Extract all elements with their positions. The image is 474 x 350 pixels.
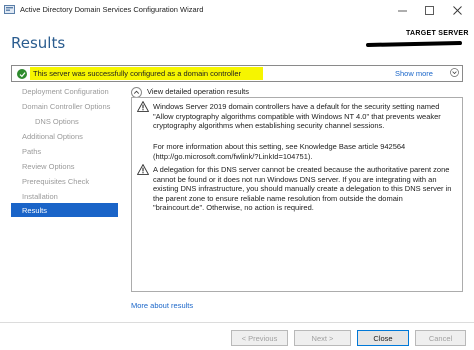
sidebar-item-installation[interactable]: Installation [11, 189, 118, 203]
status-bar: This server was successfully configured … [11, 65, 463, 82]
footer-divider [0, 322, 474, 323]
results-panel: Windows Server 2019 domain controllers h… [131, 97, 463, 292]
warning-icon [137, 164, 149, 175]
result-message-crypto: Windows Server 2019 domain controllers h… [153, 102, 441, 131]
close-button[interactable]: Close [357, 330, 409, 346]
close-icon[interactable] [444, 0, 470, 20]
sidebar-item-review-options[interactable]: Review Options [11, 159, 118, 173]
next-button[interactable]: Next > [294, 330, 351, 346]
warning-icon [137, 101, 149, 112]
window-title: Active Directory Domain Services Configu… [20, 5, 204, 14]
app-icon [4, 5, 15, 14]
result-message-dns-delegation: A delegation for this DNS server cannot … [153, 165, 452, 213]
view-detailed-results-toggle[interactable]: View detailed operation results [147, 87, 249, 96]
sidebar-item-dns-options[interactable]: DNS Options [11, 114, 118, 128]
page-title: Results [11, 34, 66, 52]
show-more-link[interactable]: Show more [395, 69, 433, 78]
success-check-icon [17, 69, 27, 79]
cancel-button[interactable]: Cancel [415, 330, 466, 346]
chevron-down-icon[interactable] [450, 68, 459, 79]
maximize-icon[interactable] [416, 0, 442, 20]
minimize-icon[interactable] [389, 0, 415, 20]
sidebar-item-domain-controller-options[interactable]: Domain Controller Options [11, 99, 118, 113]
previous-button[interactable]: < Previous [231, 330, 288, 346]
sidebar-item-prerequisites-check[interactable]: Prerequisites Check [11, 174, 118, 188]
title-bar: Active Directory Domain Services Configu… [0, 0, 474, 20]
sidebar-item-deployment-configuration[interactable]: Deployment Configuration [11, 84, 118, 98]
result-message-kb-info: For more information about this setting,… [153, 142, 406, 161]
target-server-label: TARGET SERVER [406, 30, 469, 37]
redaction-mark [365, 40, 463, 48]
status-message: This server was successfully configured … [33, 69, 242, 78]
sidebar-item-additional-options[interactable]: Additional Options [11, 129, 118, 143]
sidebar-item-paths[interactable]: Paths [11, 144, 118, 158]
sidebar-item-results[interactable]: Results [11, 203, 118, 217]
more-about-results-link[interactable]: More about results [131, 301, 193, 310]
